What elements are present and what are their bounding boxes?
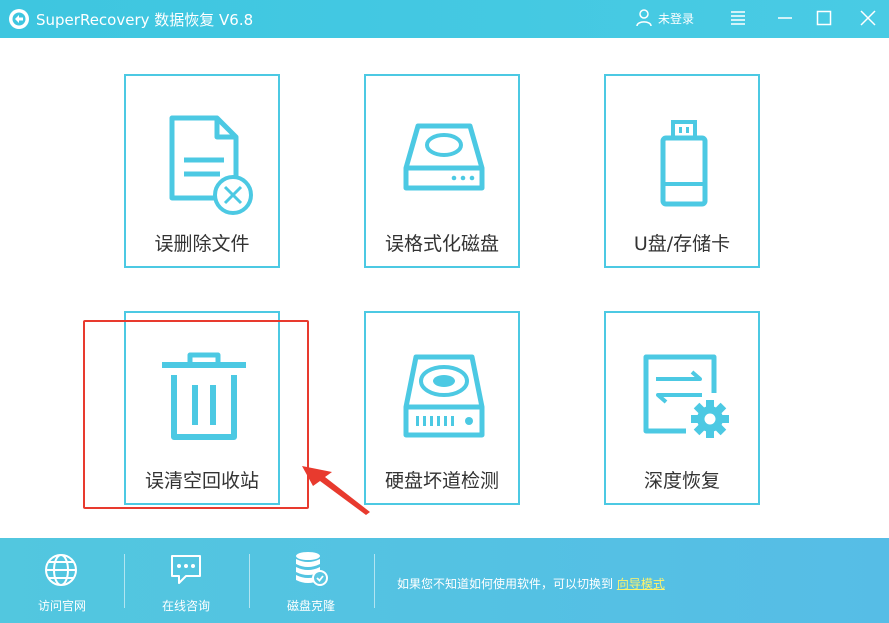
disk-clone-button[interactable]: 磁盘克隆 bbox=[249, 538, 373, 623]
user-label: 未登录 bbox=[658, 11, 695, 26]
tile-deep-recovery[interactable]: 深度恢复 bbox=[604, 311, 760, 505]
tile-label: U盘/存储卡 bbox=[633, 233, 731, 255]
tile-formatted-disk[interactable]: 误格式化磁盘 bbox=[364, 74, 520, 268]
guide-hint: 如果您不知道如何使用软件，可以切换到 向导模式 bbox=[397, 575, 665, 592]
guide-mode-link[interactable]: 向导模式 bbox=[617, 577, 665, 591]
chat-icon bbox=[171, 555, 201, 584]
online-consult-button[interactable]: 在线咨询 bbox=[124, 538, 248, 623]
annotation-arrow-icon bbox=[302, 466, 370, 515]
menu-icon[interactable] bbox=[727, 7, 749, 29]
deep-recovery-icon bbox=[643, 354, 729, 438]
app-logo-icon bbox=[9, 9, 29, 29]
footer-divider bbox=[374, 554, 375, 608]
tile-label: 深度恢复 bbox=[643, 470, 720, 492]
title-bar: SuperRecovery 数据恢复 V6.8 未登录 bbox=[0, 0, 889, 38]
hard-disk-icon bbox=[403, 354, 485, 438]
hint-text: 如果您不知道如何使用软件，可以切换到 bbox=[397, 577, 614, 591]
tile-label: 硬盘坏道检测 bbox=[384, 470, 499, 492]
footer-label: 磁盘克隆 bbox=[286, 599, 335, 613]
deleted-file-icon bbox=[169, 115, 253, 215]
tile-deleted-files[interactable]: 误删除文件 bbox=[124, 74, 280, 268]
user-icon bbox=[636, 9, 652, 27]
tile-label: 误删除文件 bbox=[154, 233, 250, 255]
globe-icon bbox=[45, 554, 77, 586]
footer-label: 在线咨询 bbox=[161, 599, 210, 613]
tile-label: 误格式化磁盘 bbox=[384, 233, 499, 255]
visit-website-button[interactable]: 访问官网 bbox=[0, 538, 124, 623]
close-icon[interactable] bbox=[857, 7, 879, 29]
maximize-icon[interactable] bbox=[813, 7, 835, 29]
formatted-disk-icon bbox=[403, 123, 485, 191]
app-title: SuperRecovery 数据恢复 V6.8 bbox=[36, 11, 254, 29]
tile-bad-sector-check[interactable]: 硬盘坏道检测 bbox=[364, 311, 520, 505]
login-button[interactable]: 未登录 bbox=[636, 8, 694, 28]
usb-drive-icon bbox=[660, 120, 708, 207]
footer-label: 访问官网 bbox=[37, 599, 86, 613]
highlight-box bbox=[83, 320, 309, 509]
minimize-icon[interactable] bbox=[774, 7, 796, 29]
database-icon bbox=[296, 552, 328, 586]
footer-bar: 访问官网 在线咨询 磁盘克隆 如果您不知道如何使用软件，可以切换到 向导模式 bbox=[0, 538, 889, 623]
tile-usb-storage[interactable]: U盘/存储卡 bbox=[604, 74, 760, 268]
